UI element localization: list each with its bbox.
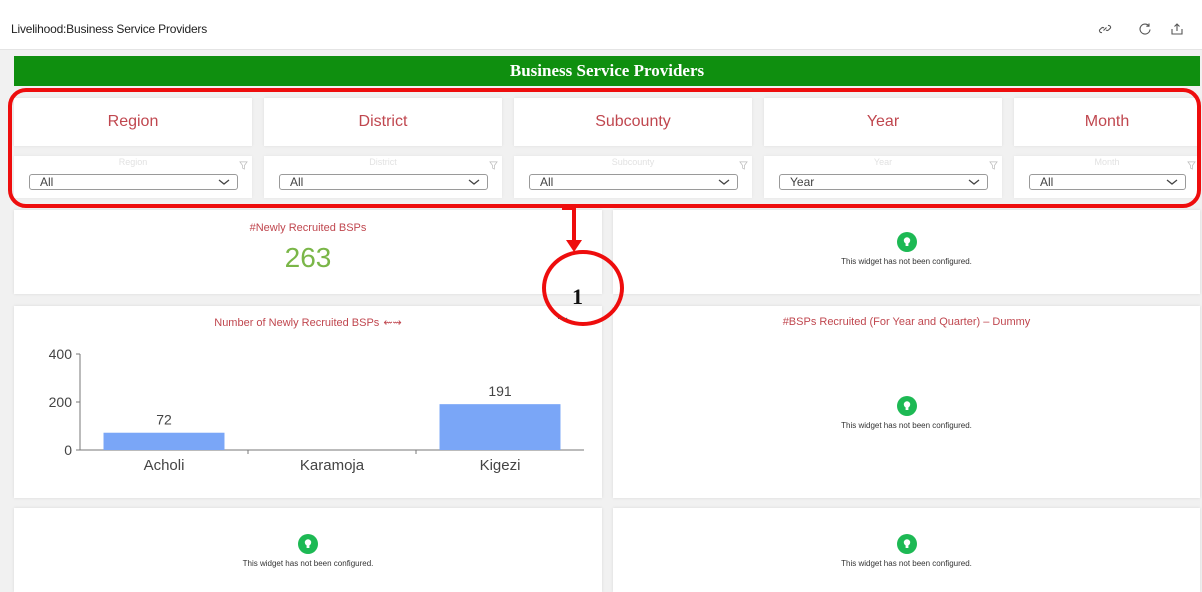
lightbulb-icon <box>298 534 318 554</box>
district-select[interactable]: All <box>279 174 488 190</box>
chevron-down-icon <box>718 179 730 185</box>
banner-title: Business Service Providers <box>509 61 705 80</box>
unconfigured-notice: This widget has not been configured. <box>613 232 1200 266</box>
filter-label: District <box>358 113 408 130</box>
unconfigured-notice: This widget has not been configured. <box>613 396 1200 430</box>
data-label: 72 <box>156 412 172 428</box>
subcounty-select[interactable]: All <box>529 174 738 190</box>
select-value: All <box>1040 175 1054 189</box>
refresh-icon[interactable] <box>1136 20 1154 38</box>
filter-placeholder: Month <box>1094 157 1120 167</box>
unconfigured-widget: This widget has not been configured. <box>613 210 1200 294</box>
select-value: All <box>40 175 54 189</box>
bar-kigezi <box>439 404 561 450</box>
filter-label: Subcounty <box>595 113 671 130</box>
funnel-icon[interactable] <box>739 161 748 170</box>
unconfigured-message: This widget has not been configured. <box>242 559 374 568</box>
month-select[interactable]: All <box>1029 174 1186 190</box>
kpi-card: #Newly Recruited BSPs 263 <box>14 210 602 294</box>
select-value: Year <box>790 175 815 189</box>
data-label: 191 <box>488 383 512 399</box>
lightbulb-icon <box>896 396 917 416</box>
y-tick-label: 200 <box>49 394 73 410</box>
filter-header-year: Year <box>764 98 1002 146</box>
filter-subcounty: Subcounty All <box>514 156 752 198</box>
unconfigured-notice: This widget has not been configured. <box>14 534 602 568</box>
kpi-value: 263 <box>284 242 332 273</box>
unconfigured-widget: This widget has not been configured. <box>613 508 1200 592</box>
dummy-widget-title: #BSPs Recruited (For Year and Quarter) –… <box>782 316 1031 328</box>
funnel-icon[interactable] <box>1187 161 1196 170</box>
unconfigured-widget: This widget has not been configured. <box>14 508 602 592</box>
filter-header-district: District <box>264 98 502 146</box>
chevron-down-icon <box>1166 179 1178 185</box>
app-title: Livelihood:Business Service Providers <box>11 22 208 36</box>
filter-placeholder: Region <box>118 157 148 167</box>
filter-placeholder: Year <box>873 157 893 167</box>
unconfigured-message: This widget has not been configured. <box>841 559 972 568</box>
region-select[interactable]: All <box>29 174 238 190</box>
funnel-icon[interactable] <box>489 161 498 170</box>
chart-card: Number of Newly Recruited BSPs ⇜⇝ 0 200 400… <box>14 306 602 498</box>
more-options-icon[interactable]: ... <box>557 310 569 322</box>
select-value: All <box>540 175 554 189</box>
chevron-down-icon <box>968 179 980 185</box>
top-bar: Livelihood:Business Service Providers <box>0 0 1202 50</box>
lightbulb-icon <box>896 232 917 252</box>
dashboard-banner: Business Service Providers <box>14 56 1200 86</box>
y-tick-label: 400 <box>49 346 73 362</box>
filter-label: Year <box>866 113 900 130</box>
select-value: All <box>290 175 304 189</box>
bar-chart: 0 200 400 72 Acholi Karamoja 191 Kigezi <box>49 346 584 474</box>
filter-placeholder: District <box>369 157 397 167</box>
unconfigured-message: This widget has not been configured. <box>841 421 972 430</box>
chevron-down-icon <box>218 179 230 185</box>
filter-month: Month All <box>1014 156 1200 198</box>
filter-region: Region All <box>14 156 252 198</box>
unconfigured-notice: This widget has not been configured. <box>613 534 1200 568</box>
unconfigured-message: This widget has not been configured. <box>841 257 972 266</box>
link-icon[interactable] <box>1096 20 1114 38</box>
funnel-icon[interactable] <box>239 161 248 170</box>
filter-header-region: Region <box>14 98 252 146</box>
export-icon[interactable] <box>1168 20 1186 38</box>
filter-label: Month <box>1084 113 1130 130</box>
filter-header-subcounty: Subcounty <box>514 98 752 146</box>
dummy-widget: #BSPs Recruited (For Year and Quarter) –… <box>613 306 1200 498</box>
chevron-down-icon <box>468 179 480 185</box>
bar-acholi <box>103 432 225 450</box>
filter-placeholder: Subcounty <box>611 157 655 167</box>
lightbulb-icon <box>896 534 917 554</box>
category-label: Karamoja <box>300 457 365 474</box>
category-label: Kigezi <box>480 457 521 474</box>
kpi-title: #Newly Recruited BSPs <box>249 222 367 234</box>
year-select[interactable]: Year <box>779 174 988 190</box>
filter-label: Region <box>107 113 159 130</box>
annotation-number: 1 <box>572 284 583 309</box>
funnel-icon[interactable] <box>989 161 998 170</box>
filter-header-month: Month <box>1014 98 1200 146</box>
filter-district: District All <box>264 156 502 198</box>
category-label: Acholi <box>144 457 185 474</box>
filter-year: Year Year <box>764 156 1002 198</box>
y-tick-label: 0 <box>64 442 72 458</box>
